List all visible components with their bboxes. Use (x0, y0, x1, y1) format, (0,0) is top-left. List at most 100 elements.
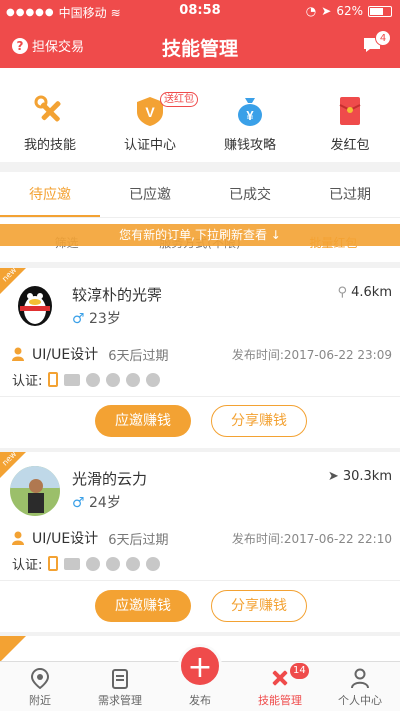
new-order-text: 您有新的订单,下拉刷新查看 (119, 228, 267, 242)
battery-percent: 62% (336, 4, 363, 18)
certification-row: 认证: (12, 370, 161, 389)
nav-bar: ? 担保交易 技能管理 4 (0, 22, 400, 68)
location-pin-icon (30, 667, 50, 689)
id-card-icon (64, 557, 81, 570)
my-skills-label: 我的技能 (23, 138, 76, 153)
earning-guide-button[interactable]: ¥ 赚钱攻略 (200, 68, 300, 162)
male-icon: ♂ (72, 311, 85, 327)
tab-demand-label: 需求管理 (98, 694, 142, 707)
weibo-icon (126, 556, 141, 571)
tab-nearby-label: 附近 (29, 694, 51, 707)
share-earn-button[interactable]: 分享赚钱 (211, 590, 307, 622)
phone-cert-icon (48, 556, 59, 571)
location-pin-icon: ⚲ (337, 285, 347, 300)
phone-cert-icon (48, 372, 59, 387)
svg-text:¥: ¥ (246, 108, 254, 123)
client-age: ♂ 24岁 (72, 492, 121, 512)
id-card-icon (64, 373, 81, 386)
divider (0, 396, 400, 397)
certification-center-label: 认证中心 (123, 138, 176, 153)
send-red-envelope-button[interactable]: 发红包 (300, 68, 400, 162)
status-bar: ●●●●● 中国移动 ≋ 08:58 ◔ ➤ 62% (0, 0, 400, 22)
flame-icon (146, 372, 161, 387)
person-icon (12, 531, 24, 545)
accept-invite-button[interactable]: 应邀赚钱 (95, 590, 191, 622)
tab-personal-label: 个人中心 (338, 694, 382, 707)
skill-name: UI/UE设计 (32, 347, 99, 363)
expire-text: 6天后过期 (108, 348, 169, 364)
person-photo-avatar-icon (10, 466, 60, 516)
flame-icon (146, 556, 161, 571)
order-card[interactable]: new 较淳朴的光霁 ♂ 23岁 ⚲ 4.6km UI/UE设计 6天后过期 发… (0, 265, 400, 448)
status-tabs: 待应邀 已应邀 已成交 已过期 (0, 172, 400, 218)
clipboard-icon (112, 669, 128, 689)
distance: ➤ 30.3km (328, 469, 392, 484)
avatar[interactable] (10, 466, 60, 516)
wechat-icon (106, 372, 121, 387)
navigation-arrow-icon: ➤ (327, 469, 339, 484)
tools-icon (34, 95, 61, 122)
user-icon (351, 668, 369, 689)
penguin-avatar-icon (18, 286, 52, 326)
tab-expired[interactable]: 已过期 (300, 172, 400, 217)
tab-nearby[interactable]: 附近 (0, 662, 80, 711)
page-title: 技能管理 (161, 38, 238, 60)
order-card[interactable]: new 光滑的云力 ♂ 24岁 ➤ 30.3km UI/UE设计 6天后过期 发… (0, 449, 400, 632)
distance-value: 4.6km (351, 285, 392, 300)
new-order-banner[interactable]: 您有新的订单,下拉刷新查看 ↓ (0, 224, 400, 246)
skill-badge: 14 (290, 663, 309, 679)
red-envelope-icon (339, 97, 361, 125)
distance: ⚲ 4.6km (337, 285, 392, 300)
tab-skill-management[interactable]: 技能管理 14 (240, 662, 320, 711)
client-age: ♂ 23岁 (72, 308, 121, 328)
publish-time: 发布时间:2017-06-22 23:09 (231, 347, 392, 362)
wechat-icon (106, 556, 121, 571)
svg-text:V: V (145, 104, 155, 120)
publish-plus-button[interactable]: + (178, 644, 222, 688)
skill-row: UI/UE设计 6天后过期 发布时间:2017-06-22 23:09 (12, 344, 392, 364)
tab-accepted[interactable]: 已应邀 (100, 172, 200, 217)
client-name: 较淳朴的光霁 (72, 286, 163, 304)
male-icon: ♂ (72, 495, 85, 511)
divider (0, 580, 400, 581)
plus-icon: + (187, 650, 213, 685)
tab-skill-label: 技能管理 (258, 694, 302, 707)
arrow-down-icon: ↓ (270, 228, 281, 242)
cert-label: 认证: (12, 374, 43, 389)
tab-demand-management[interactable]: 需求管理 (80, 662, 160, 711)
message-badge: 4 (375, 30, 391, 46)
quick-actions: 我的技能 V 认证中心 ¥ 赚钱攻略 发红包 (0, 68, 400, 162)
age-value: 23岁 (89, 311, 121, 327)
battery-icon (368, 5, 392, 17)
age-value: 24岁 (89, 495, 121, 511)
certification-row: 认证: (12, 554, 161, 573)
new-badge (0, 636, 26, 662)
person-icon (12, 347, 24, 361)
tools-icon (272, 670, 288, 686)
accept-invite-button[interactable]: 应邀赚钱 (95, 405, 191, 437)
cert-label: 认证: (12, 558, 43, 573)
avatar[interactable] (10, 278, 60, 328)
tab-completed[interactable]: 已成交 (200, 172, 300, 217)
tab-personal-center[interactable]: 个人中心 (320, 662, 400, 711)
tab-publish-label: 发布 (189, 694, 211, 707)
send-red-envelope-label: 发红包 (330, 138, 370, 153)
client-name: 光滑的云力 (72, 470, 148, 488)
certification-center-button[interactable]: V 认证中心 (100, 68, 200, 162)
alipay-icon (86, 372, 101, 387)
publish-time: 发布时间:2017-06-22 22:10 (231, 531, 392, 546)
battery-info: ◔ ➤ 62% (306, 4, 392, 18)
share-earn-button[interactable]: 分享赚钱 (211, 405, 307, 437)
lock-icon: ◔ (305, 4, 317, 18)
expire-text: 6天后过期 (108, 532, 169, 548)
money-bag-icon: ¥ (238, 98, 262, 126)
weibo-icon (126, 372, 141, 387)
alipay-icon (86, 556, 101, 571)
my-skills-button[interactable]: 我的技能 (0, 68, 100, 162)
location-icon: ➤ (321, 4, 332, 18)
earning-guide-label: 赚钱攻略 (223, 138, 276, 153)
skill-row: UI/UE设计 6天后过期 发布时间:2017-06-22 22:10 (12, 528, 392, 548)
skill-name: UI/UE设计 (32, 531, 99, 547)
red-envelope-tag: 送红包 (160, 92, 198, 107)
tab-pending-invite[interactable]: 待应邀 (0, 172, 100, 217)
